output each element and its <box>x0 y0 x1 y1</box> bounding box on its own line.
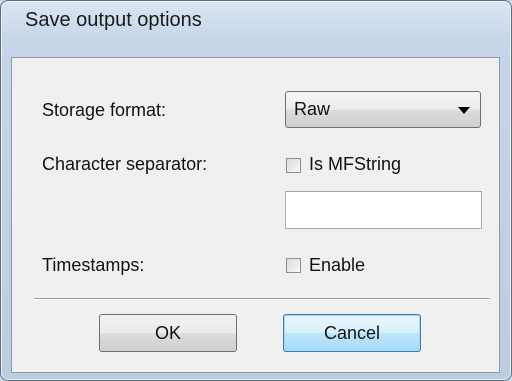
cancel-button[interactable]: Cancel <box>283 314 421 352</box>
chevron-down-icon <box>458 107 470 114</box>
timestamps-label: Timestamps: <box>42 255 145 275</box>
enable-timestamps-label[interactable]: Enable <box>309 255 365 276</box>
save-output-options-dialog: Save output options Storage format: Raw … <box>0 0 512 381</box>
ok-button[interactable]: OK <box>99 314 237 352</box>
separator-line <box>34 298 490 300</box>
is-mfstring-checkbox[interactable] <box>286 158 301 173</box>
dialog-client-area: Storage format: Raw Character separator:… <box>11 57 500 373</box>
storage-format-value: Raw <box>294 99 331 119</box>
character-separator-label: Character separator: <box>42 154 208 174</box>
enable-timestamps-checkbox[interactable] <box>286 258 301 273</box>
storage-format-label: Storage format: <box>42 100 167 120</box>
character-separator-input[interactable] <box>285 191 482 229</box>
is-mfstring-label[interactable]: Is MFString <box>309 154 401 175</box>
storage-format-dropdown[interactable]: Raw <box>285 91 481 128</box>
dialog-title: Save output options <box>25 9 202 31</box>
